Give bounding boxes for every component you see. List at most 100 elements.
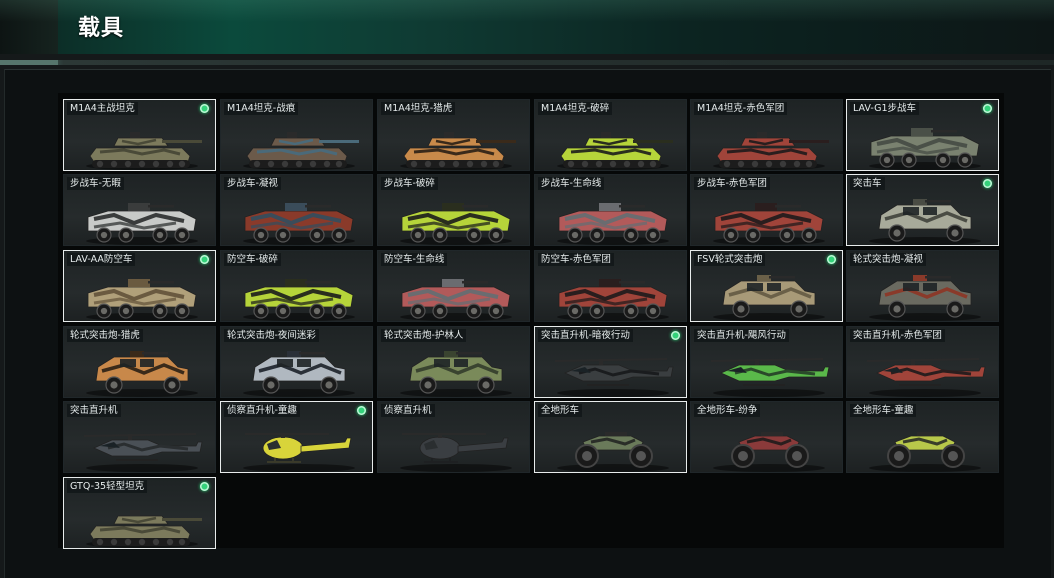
vehicle-ifv-image — [243, 279, 355, 321]
vehicle-card[interactable]: 突击直升机-赤色军团 — [846, 326, 999, 398]
page-title: 载具 — [78, 16, 125, 41]
vehicle-ifv-image — [557, 203, 669, 245]
vehicle-card[interactable]: M1A4主战坦克 — [63, 99, 216, 171]
vehicle-tank-image — [243, 132, 359, 170]
equipped-indicator-icon — [983, 104, 992, 113]
vehicle-card[interactable]: 全地形车 — [534, 401, 687, 473]
vehicle-card[interactable]: 轮式突击炮-猎虎 — [63, 326, 216, 398]
vehicle-name: 突击直升机-飓风行动 — [694, 329, 789, 342]
vehicle-grid: M1A4主战坦克 M1A4坦克-战痕 M1A4坦克-猎虎 M1A4坦克-破碎 M… — [58, 93, 1004, 549]
vehicle-tank-image — [86, 510, 202, 548]
header-divider — [0, 60, 1054, 65]
vehicle-tank-image — [400, 132, 516, 170]
vehicle-name: 突击车 — [850, 177, 885, 190]
vehicle-ifv-image — [713, 203, 825, 245]
vehicle-ifv-image — [400, 279, 512, 321]
header-gloss — [0, 0, 1054, 22]
vehicle-name: 防空车-赤色军团 — [538, 253, 614, 266]
vehicle-card[interactable]: 侦察直升机 — [377, 401, 530, 473]
vehicle-tank-image — [86, 132, 202, 170]
vehicle-atv-image — [869, 432, 981, 472]
vehicle-name: 侦察直升机-童趣 — [224, 404, 300, 417]
vehicle-name: 步战车-凝视 — [224, 177, 281, 190]
vehicle-name: M1A4坦克-赤色军团 — [694, 102, 788, 115]
vehicle-name: 步战车-生命线 — [538, 177, 605, 190]
vehicle-truck-image — [869, 199, 981, 245]
vehicle-card[interactable]: 步战车-无暇 — [63, 174, 216, 246]
equipped-indicator-icon — [200, 255, 209, 264]
vehicle-name: M1A4主战坦克 — [67, 102, 138, 115]
equipped-indicator-icon — [200, 482, 209, 491]
vehicle-card[interactable]: 防空车-破碎 — [220, 250, 373, 322]
vehicle-heli-image — [710, 358, 830, 397]
vehicle-card[interactable]: 步战车-赤色军团 — [690, 174, 843, 246]
vehicle-truck-image — [869, 275, 981, 321]
vehicle-card[interactable]: 全地形车-纷争 — [690, 401, 843, 473]
equipped-indicator-icon — [357, 406, 366, 415]
vehicle-card[interactable]: 突击直升机-暗夜行动 — [534, 326, 687, 398]
equipped-indicator-icon — [200, 104, 209, 113]
vehicle-name: M1A4坦克-破碎 — [538, 102, 613, 115]
vehicle-truck-image — [86, 351, 198, 397]
vehicle-card[interactable]: M1A4坦克-猎虎 — [377, 99, 530, 171]
vehicle-card[interactable]: GTQ-35轻型坦克 — [63, 477, 216, 549]
vehicle-tank-image — [713, 132, 829, 170]
vehicle-name: 全地形车-纷争 — [694, 404, 761, 417]
vehicle-card[interactable]: 突击车 — [846, 174, 999, 246]
vehicle-name: 全地形车-童趣 — [850, 404, 917, 417]
vehicle-card[interactable]: 突击直升机 — [63, 401, 216, 473]
vehicle-card[interactable]: 步战车-破碎 — [377, 174, 530, 246]
vehicle-name: 步战车-赤色军团 — [694, 177, 770, 190]
vehicle-name: 轮式突击炮-凝视 — [850, 253, 926, 266]
vehicle-name: 突击直升机 — [67, 404, 121, 417]
vehicle-atv-image — [557, 432, 669, 472]
vehicle-name: M1A4坦克-战痕 — [224, 102, 299, 115]
vehicle-ifv-image — [557, 279, 669, 321]
vehicle-card[interactable]: 步战车-凝视 — [220, 174, 373, 246]
vehicle-ifv-image — [869, 128, 981, 170]
vehicle-smallheli-image — [400, 433, 512, 472]
vehicle-card[interactable]: 轮式突击炮-护林人 — [377, 326, 530, 398]
vehicle-name: 突击直升机-赤色军团 — [850, 329, 945, 342]
vehicle-truck-image — [243, 351, 355, 397]
vehicle-name: 防空车-生命线 — [381, 253, 448, 266]
vehicle-card[interactable]: M1A4坦克-破碎 — [534, 99, 687, 171]
vehicle-name: 全地形车 — [538, 404, 583, 417]
vehicle-card[interactable]: 防空车-生命线 — [377, 250, 530, 322]
vehicle-card[interactable]: 防空车-赤色军团 — [534, 250, 687, 322]
vehicle-ifv-image — [86, 279, 198, 321]
equipped-indicator-icon — [983, 179, 992, 188]
equipped-indicator-icon — [827, 255, 836, 264]
vehicle-truck-image — [713, 275, 825, 321]
equipped-indicator-icon — [671, 331, 680, 340]
vehicle-name: 步战车-破碎 — [381, 177, 438, 190]
vehicle-name: M1A4坦克-猎虎 — [381, 102, 456, 115]
vehicle-ifv-image — [400, 203, 512, 245]
vehicle-card[interactable]: M1A4坦克-赤色军团 — [690, 99, 843, 171]
vehicle-card[interactable]: 侦察直升机-童趣 — [220, 401, 373, 473]
page-header: 载具 — [0, 0, 1054, 54]
vehicle-card[interactable]: 全地形车-童趣 — [846, 401, 999, 473]
vehicle-name: LAV-G1步战车 — [850, 102, 920, 115]
vehicle-name: 轮式突击炮-猎虎 — [67, 329, 143, 342]
vehicle-card[interactable]: LAV-G1步战车 — [846, 99, 999, 171]
vehicle-card[interactable]: 突击直升机-飓风行动 — [690, 326, 843, 398]
vehicle-heli-image — [554, 358, 674, 397]
vehicle-truck-image — [400, 351, 512, 397]
vehicle-heli-image — [83, 433, 203, 472]
vehicle-tank-image — [557, 132, 673, 170]
vehicle-name: GTQ-35轻型坦克 — [67, 480, 148, 493]
vehicle-card[interactable]: FSV轮式突击炮 — [690, 250, 843, 322]
vehicle-card[interactable]: 步战车-生命线 — [534, 174, 687, 246]
vehicle-name: FSV轮式突击炮 — [694, 253, 766, 266]
vehicle-card[interactable]: M1A4坦克-战痕 — [220, 99, 373, 171]
vehicle-card[interactable]: 轮式突击炮-夜间迷彩 — [220, 326, 373, 398]
vehicle-name: 突击直升机-暗夜行动 — [538, 329, 633, 342]
vehicle-ifv-image — [86, 203, 198, 245]
vehicle-card[interactable]: LAV-AA防空车 — [63, 250, 216, 322]
vehicle-heli-image — [866, 358, 986, 397]
vehicle-smallheli-image — [243, 433, 355, 472]
vehicle-ifv-image — [243, 203, 355, 245]
vehicle-name: 轮式突击炮-护林人 — [381, 329, 467, 342]
vehicle-card[interactable]: 轮式突击炮-凝视 — [846, 250, 999, 322]
